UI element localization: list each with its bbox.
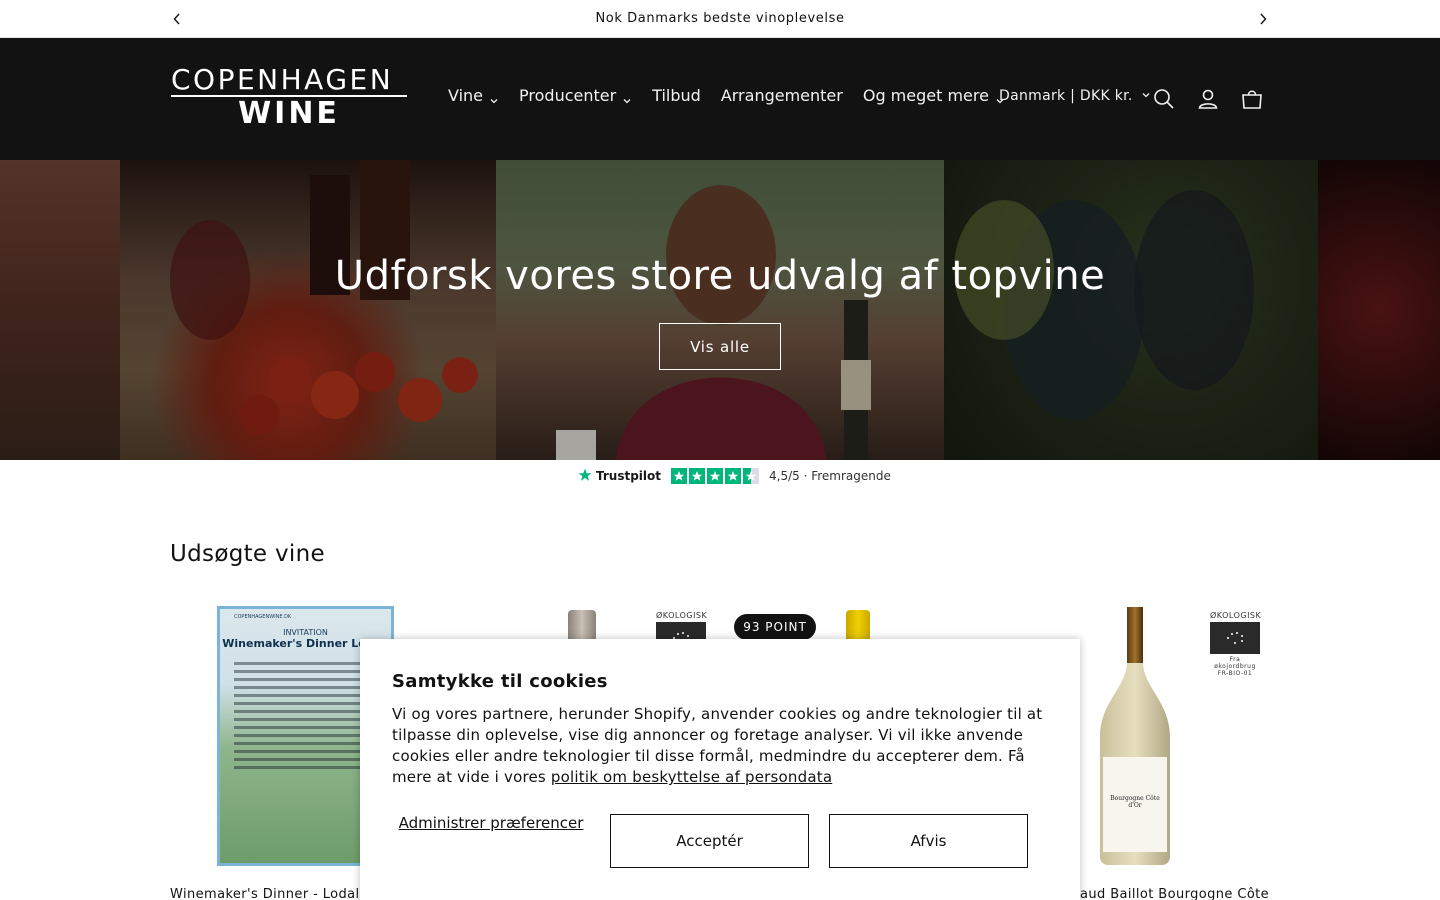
announcement-text: Nok Danmarks bedste vinoplevelse [595, 11, 845, 26]
cookie-title: Samtykke til cookies [392, 671, 608, 692]
announcement-bar: Nok Danmarks bedste vinoplevelse [0, 0, 1440, 38]
trustpilot-star-icon [578, 468, 592, 485]
site-header: COPENHAGEN WINE Vine Producenter Tilbud … [0, 38, 1440, 160]
cart-icon[interactable] [1240, 87, 1264, 111]
nav-arrangementer[interactable]: Arrangementer [721, 86, 843, 105]
nav-tilbud[interactable]: Tilbud [652, 86, 701, 105]
accept-button[interactable]: Acceptér [610, 814, 809, 868]
search-icon[interactable] [1152, 87, 1176, 111]
hero-overlay [0, 160, 1440, 460]
decline-button[interactable]: Afvis [829, 814, 1028, 868]
chevron-down-icon [489, 91, 499, 103]
cookie-body: Vi og vores partnere, herunder Shopify, … [392, 704, 1047, 788]
rating-star-icon [725, 468, 742, 484]
logo-line-1: COPENHAGEN [171, 63, 394, 96]
nav-producenter[interactable]: Producenter [519, 86, 632, 105]
view-all-button[interactable]: Vis alle [659, 323, 781, 370]
locale-label: Danmark | DKK kr. [999, 88, 1133, 104]
nav-og-meget-mere[interactable]: Og meget mere [863, 86, 1005, 105]
trustpilot-rating-text: 4,5/5 · Fremragende [769, 469, 891, 483]
rating-half-star-icon [743, 468, 760, 484]
privacy-policy-link[interactable]: politik om beskyttelse af persondata [551, 768, 832, 786]
bottle-label-text: Bourgogne Côte d'Or [1110, 795, 1160, 809]
eu-organic-leaf-icon [1210, 622, 1260, 654]
hero-banner: Udforsk vores store udvalg af topvine Vi… [0, 160, 1440, 460]
main-nav: Vine Producenter Tilbud Arrangementer Og… [448, 86, 1025, 105]
organic-label: ØKOLOGISK [656, 611, 708, 620]
cookie-consent-dialog: Samtykke til cookies Vi og vores partner… [360, 639, 1080, 900]
trustpilot-stars [671, 468, 760, 484]
nav-label: Tilbud [652, 86, 701, 105]
product-title[interactable]: aud Baillot Bourgogne Côte [1080, 887, 1269, 900]
poster-invitation: INVITATION [283, 628, 328, 637]
section-title: Udsøgte vine [170, 541, 325, 567]
organic-sub: Fra økojordbrug FR-BIO-01 [1214, 656, 1256, 677]
poster-site: COPENHAGENWINE.DK [234, 614, 292, 620]
chevron-down-icon [1141, 88, 1151, 104]
chevron-down-icon [622, 91, 632, 103]
rating-star-icon [689, 468, 706, 484]
nav-label: Producenter [519, 86, 617, 105]
product-image-bourgogne[interactable]: Bourgogne Côte d'Or [1098, 607, 1172, 865]
hero-title: Udforsk vores store udvalg af topvine [334, 253, 1106, 299]
trustpilot-brand: Trustpilot [596, 469, 662, 483]
chevron-right-icon[interactable] [1255, 11, 1271, 27]
trustpilot-widget[interactable]: Trustpilot 4,5/5 · Fremragende [578, 467, 891, 485]
nav-label: Vine [448, 86, 484, 105]
points-badge: 93 POINT [734, 614, 816, 640]
rating-star-icon [671, 468, 688, 484]
manage-preferences-button[interactable]: Administrer præferencer [392, 814, 590, 833]
copenhagen-wine-logo[interactable]: COPENHAGEN WINE [171, 65, 411, 131]
organic-badge: ØKOLOGISK Fra økojordbrug FR-BIO-01 [1210, 611, 1261, 677]
chevron-left-icon[interactable] [169, 11, 185, 27]
nav-vine[interactable]: Vine [448, 86, 499, 105]
locale-selector[interactable]: Danmark | DKK kr. [999, 88, 1151, 104]
organic-label: ØKOLOGISK [1210, 611, 1262, 620]
logo-line-2: WINE [171, 95, 407, 131]
nav-label: Og meget mere [862, 86, 989, 105]
rating-star-icon [707, 468, 724, 484]
nav-label: Arrangementer [720, 86, 843, 105]
account-icon[interactable] [1196, 87, 1220, 111]
